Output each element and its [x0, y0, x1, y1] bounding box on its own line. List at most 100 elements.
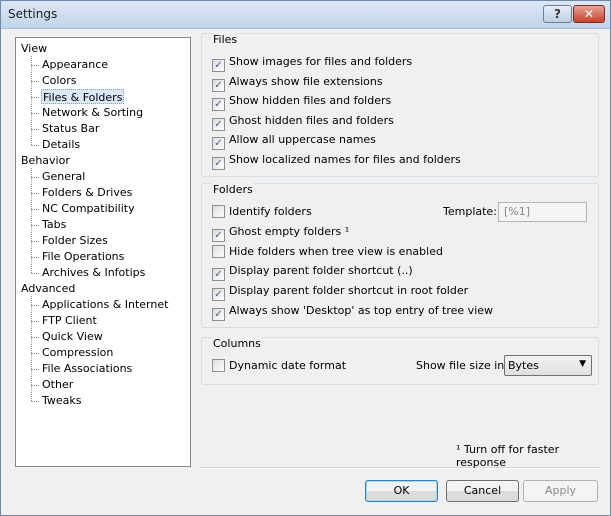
tree-connector — [31, 193, 39, 194]
ok-button[interactable]: OK — [365, 480, 438, 502]
columns-group: Columns Dynamic date format Show file si… — [201, 337, 599, 385]
cancel-button[interactable]: Cancel — [446, 480, 519, 502]
checkbox-label: Show hidden files and folders — [229, 94, 392, 107]
tree-connector — [31, 369, 39, 370]
apply-button[interactable]: Apply — [523, 480, 598, 502]
checkbox-checked-icon[interactable]: ✓ — [212, 268, 225, 281]
files-group-label: Files — [212, 33, 239, 46]
file-size-value: Bytes — [508, 359, 539, 372]
tree-item[interactable]: FTP Client — [41, 313, 98, 328]
option-checkbox[interactable]: ✓ Show images for files and folders — [212, 54, 413, 72]
settings-dialog: Settings ? ✕ View Appearance Colors Files &… — [0, 0, 611, 516]
option-checkbox[interactable]: ✓ Ghost empty folders ¹ — [212, 224, 349, 242]
checkbox-label: Show images for files and folders — [229, 55, 413, 68]
template-label: Template: — [443, 205, 497, 218]
title-bar: Settings ? ✕ — [1, 1, 610, 29]
tree-item[interactable]: Quick View — [41, 329, 104, 344]
checkbox-label: Display parent folder shortcut in root f… — [229, 284, 469, 297]
option-checkbox[interactable]: ✓ Show hidden files and folders — [212, 93, 392, 111]
files-group: Files ✓ Show images for files and folders… — [201, 33, 599, 177]
tree-connector — [31, 97, 39, 98]
checkbox-label: Always show file extensions — [229, 75, 383, 88]
tree-connector — [31, 385, 39, 386]
tree-item[interactable]: File Associations — [41, 361, 133, 376]
checkbox-checked-icon[interactable]: ✓ — [212, 308, 225, 321]
tree-connector — [31, 145, 39, 146]
checkbox-checked-icon[interactable]: ✓ — [212, 118, 225, 131]
tree-item[interactable]: NC Compatibility — [41, 201, 136, 216]
tree-item[interactable]: Colors — [41, 73, 77, 88]
file-size-label: Show file size in: — [416, 359, 508, 372]
option-checkbox[interactable]: ✓ Display parent folder shortcut (..) — [212, 263, 413, 281]
tree-item[interactable]: Appearance — [41, 57, 109, 72]
tree-connector — [31, 177, 39, 178]
dynamic-date-checkbox[interactable]: Dynamic date format — [212, 358, 346, 374]
tree-connector — [31, 209, 39, 210]
option-checkbox[interactable]: ✓ Always show 'Desktop' as top entry of t… — [212, 303, 494, 321]
tree-connector — [31, 241, 39, 242]
tree-item[interactable]: Applications & Internet — [41, 297, 169, 312]
tree-item[interactable]: General — [41, 169, 86, 184]
tree-item[interactable]: Folders & Drives — [41, 185, 133, 200]
checkbox-checked-icon[interactable]: ✓ — [212, 98, 225, 111]
tree-connector — [31, 56, 32, 145]
tree-item[interactable]: Folder Sizes — [41, 233, 109, 248]
folders-group-label: Folders — [212, 183, 254, 196]
tree-item[interactable]: View — [21, 41, 47, 56]
checkbox-label: Show localized names for files and folde… — [229, 153, 461, 166]
checkbox-checked-icon[interactable]: ✓ — [212, 59, 225, 72]
checkbox-checked-icon[interactable]: ✓ — [212, 288, 225, 301]
footnote: ¹ Turn off for faster response — [456, 443, 560, 469]
tree-item[interactable]: Tabs — [41, 217, 67, 232]
checkbox-label: Identify folders — [229, 205, 312, 218]
tree-connector — [31, 273, 39, 274]
checkbox-label: Dynamic date format — [229, 359, 347, 372]
tree-item[interactable]: Behavior — [21, 153, 70, 168]
option-checkbox[interactable]: ✓ Show localized names for files and fold… — [212, 152, 461, 170]
checkbox-label: Display parent folder shortcut (..) — [229, 264, 413, 277]
tree-connector — [31, 129, 39, 130]
option-checkbox[interactable]: ✓ Allow all uppercase names — [212, 132, 376, 150]
tree-connector — [31, 257, 39, 258]
tree-item[interactable]: Details — [41, 137, 81, 152]
close-button[interactable]: ✕ — [573, 5, 605, 23]
tree-connector — [31, 225, 39, 226]
tree-connector — [31, 168, 32, 273]
checkbox-label: Hide folders when tree view is enabled — [229, 245, 443, 258]
settings-tree: View Appearance Colors Files & Folders Netwo… — [15, 37, 191, 467]
help-button[interactable]: ? — [543, 5, 572, 23]
tree-item[interactable]: Network & Sorting — [41, 105, 144, 120]
tree-connector — [31, 353, 39, 354]
checkbox-label: Allow all uppercase names — [229, 133, 376, 146]
tree-item[interactable]: Files & Folders — [41, 89, 125, 104]
window-title: Settings — [8, 7, 58, 21]
option-checkbox[interactable]: ✓ Always show file extensions — [212, 74, 383, 92]
tree-connector — [31, 65, 39, 66]
file-size-select[interactable]: Bytes ▼ — [504, 355, 592, 376]
tree-item[interactable]: Tweaks — [41, 393, 83, 408]
tree-item[interactable]: File Operations — [41, 249, 125, 264]
checkbox-checked-icon[interactable]: ✓ — [212, 229, 225, 242]
template-input[interactable]: [%1] — [498, 202, 587, 222]
checkbox-checked-icon[interactable]: ✓ — [212, 79, 225, 92]
checkbox-box[interactable] — [212, 245, 225, 258]
option-checkbox[interactable]: Hide folders when tree view is enabled — [212, 244, 443, 260]
option-checkbox[interactable]: ✓ Ghost hidden files and folders — [212, 113, 394, 131]
checkbox-box[interactable] — [212, 205, 225, 218]
tree-item[interactable]: Advanced — [21, 281, 75, 296]
tree-connector — [31, 401, 39, 402]
tree-connector — [31, 296, 32, 401]
tree-item[interactable]: Archives & Infotips — [41, 265, 146, 280]
chevron-down-icon: ▼ — [579, 359, 586, 369]
checkbox-checked-icon[interactable]: ✓ — [212, 157, 225, 170]
option-checkbox[interactable]: ✓ Display parent folder shortcut in root … — [212, 283, 469, 301]
checkbox-label: Always show 'Desktop' as top entry of tr… — [229, 304, 494, 317]
option-checkbox[interactable]: Identify folders — [212, 204, 312, 220]
checkbox-checked-icon[interactable]: ✓ — [212, 137, 225, 150]
tree-item[interactable]: Other — [41, 377, 74, 392]
tree-item[interactable]: Status Bar — [41, 121, 100, 136]
tree-item[interactable]: Compression — [41, 345, 114, 360]
tree-connector — [31, 305, 39, 306]
checkbox-label: Ghost hidden files and folders — [229, 114, 394, 127]
checkbox-box[interactable] — [212, 359, 225, 372]
